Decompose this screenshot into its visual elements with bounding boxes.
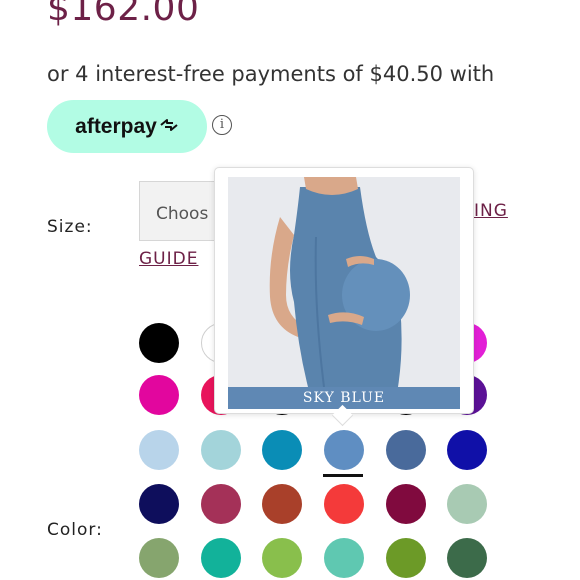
sizing-guide-link-continued[interactable]: GUIDE [139, 249, 198, 269]
afterpay-logo-text: afterpay [75, 114, 157, 138]
color-swatch[interactable] [201, 538, 241, 578]
color-swatch[interactable] [139, 375, 179, 415]
color-swatch[interactable] [262, 538, 302, 578]
color-swatch[interactable] [324, 484, 364, 524]
color-swatch[interactable] [324, 538, 364, 578]
info-icon[interactable]: i [212, 115, 232, 135]
color-swatch[interactable] [386, 538, 426, 578]
size-label: Size: [47, 217, 93, 237]
product-price: $162.00 [47, 0, 200, 29]
color-swatch[interactable] [447, 484, 487, 524]
color-swatch[interactable] [201, 430, 241, 470]
sizing-guide-link[interactable]: ING [474, 201, 508, 221]
color-swatch[interactable] [324, 430, 364, 470]
color-swatch[interactable] [139, 430, 179, 470]
color-swatch[interactable] [386, 484, 426, 524]
afterpay-arrows-icon [159, 116, 179, 137]
color-swatch[interactable] [262, 484, 302, 524]
color-swatch[interactable] [139, 538, 179, 578]
color-swatch[interactable] [139, 484, 179, 524]
color-swatch[interactable] [262, 430, 302, 470]
color-swatch[interactable] [201, 484, 241, 524]
color-swatch[interactable] [386, 430, 426, 470]
color-label: Color: [47, 520, 103, 540]
installments-text: or 4 interest-free payments of $40.50 wi… [47, 62, 495, 86]
afterpay-badge[interactable]: afterpay [47, 100, 207, 153]
color-swatch[interactable] [139, 323, 179, 363]
product-preview-image [228, 177, 460, 387]
selected-swatch-indicator [323, 474, 363, 477]
color-preview-tooltip: SKY BLUE [214, 167, 474, 414]
color-swatch[interactable] [447, 538, 487, 578]
color-swatch[interactable] [447, 430, 487, 470]
